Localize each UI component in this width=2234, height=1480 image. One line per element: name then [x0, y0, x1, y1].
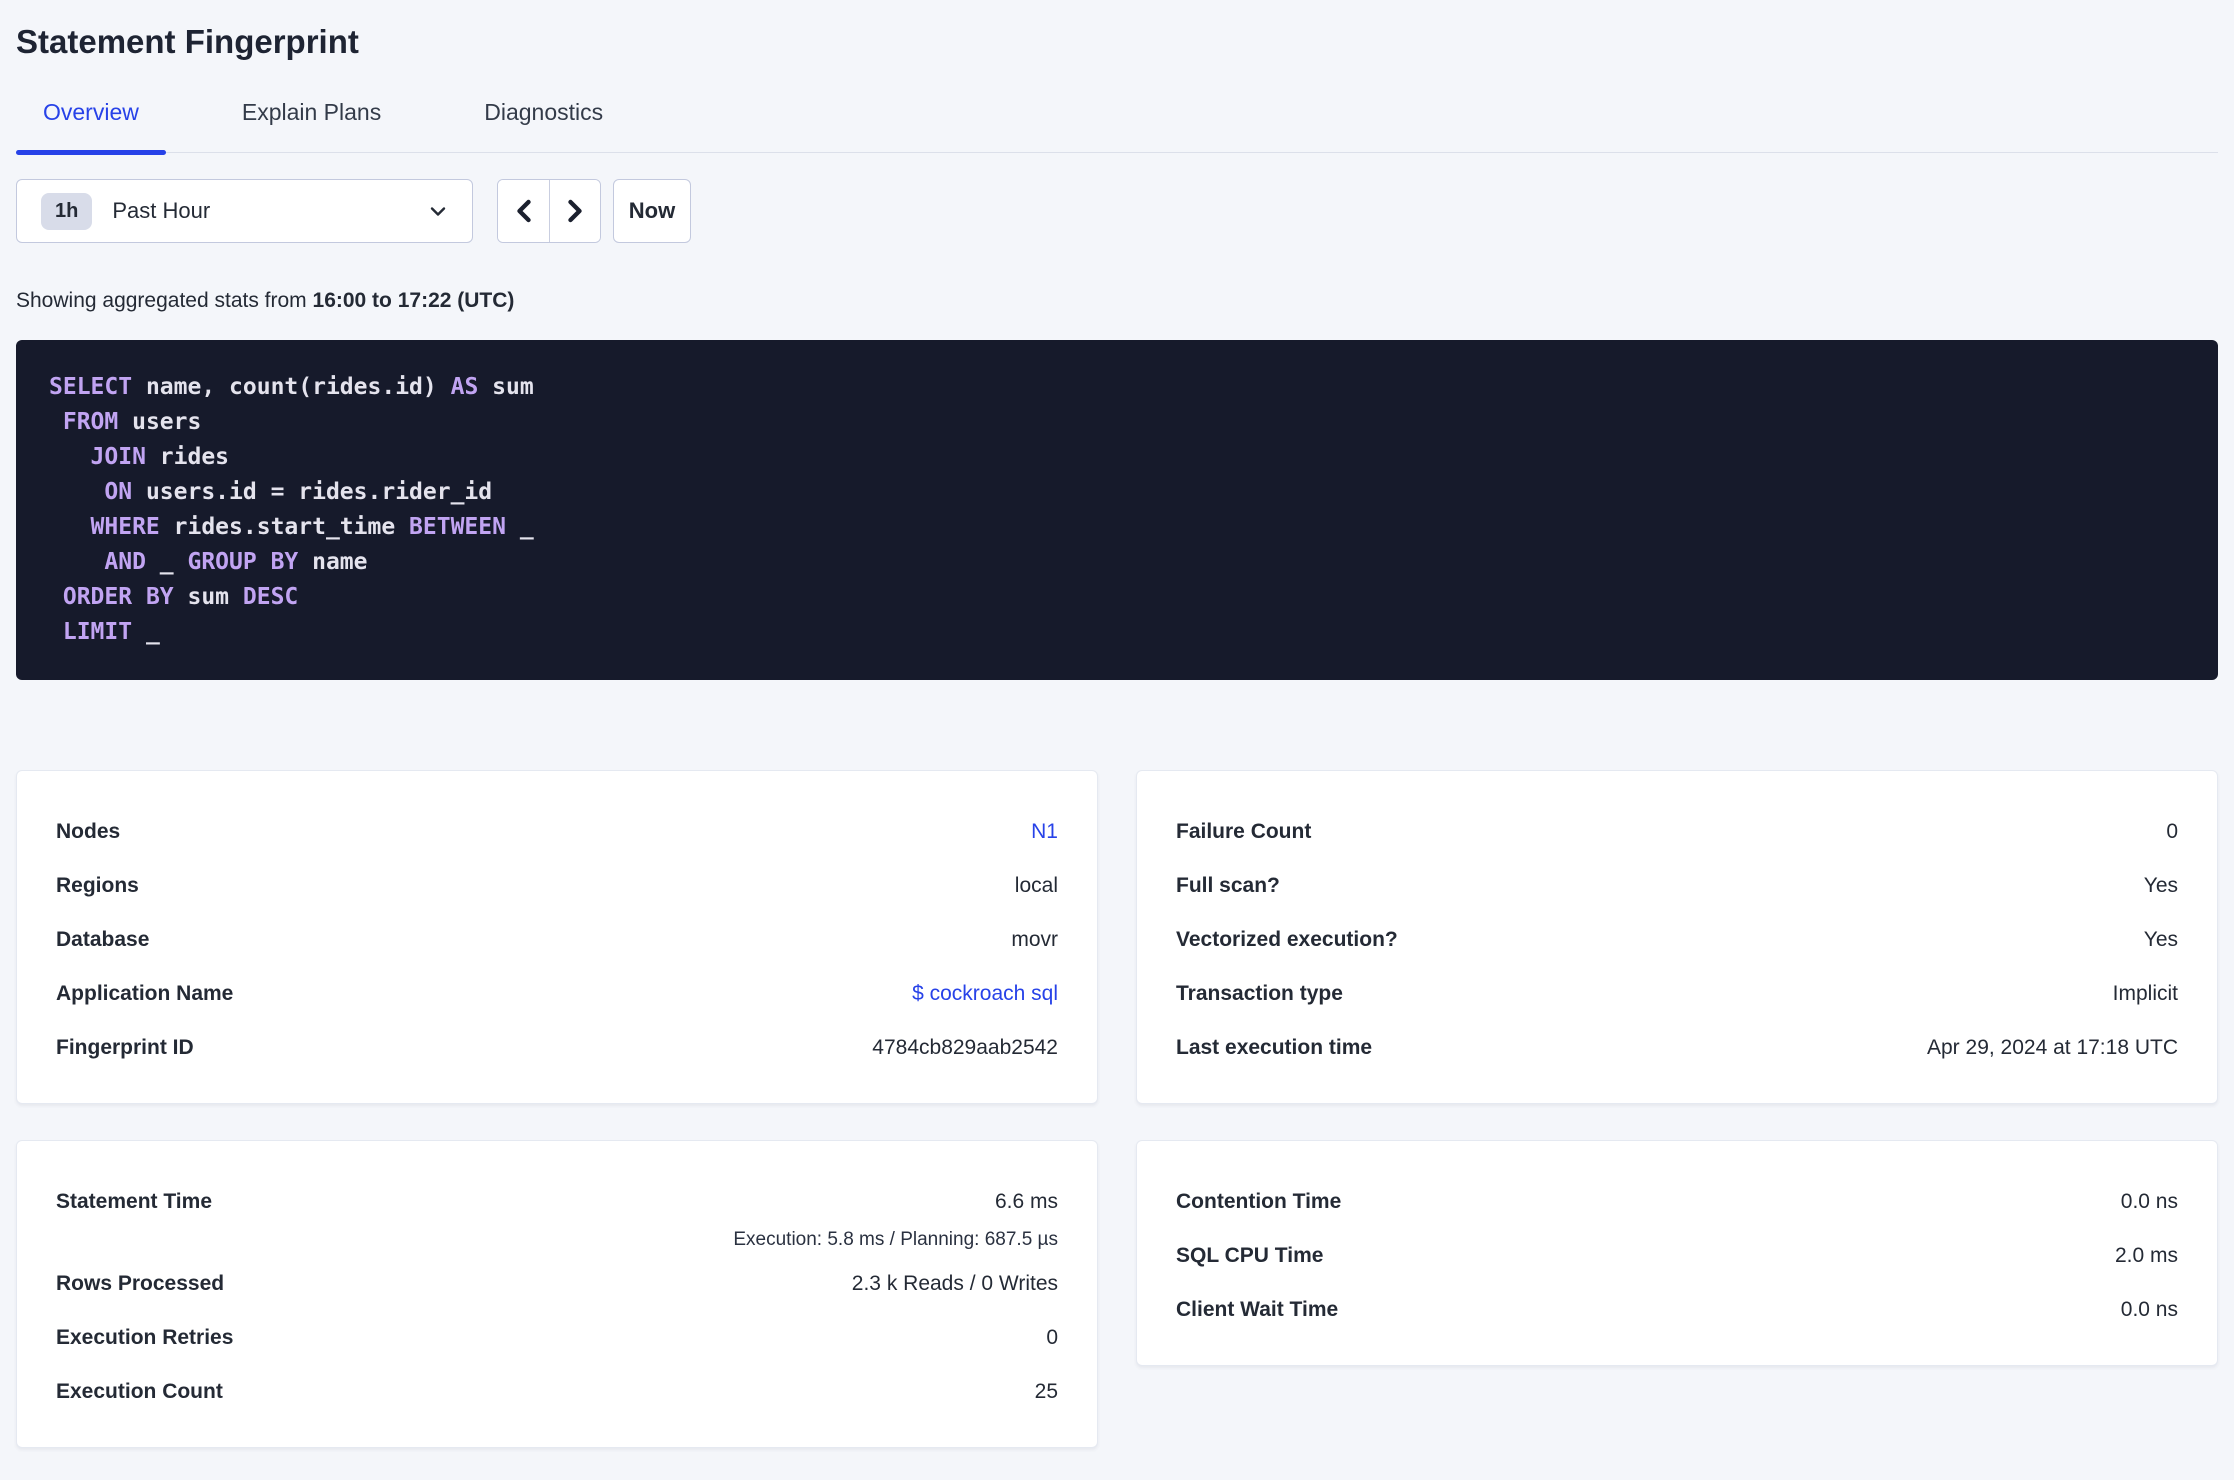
tab-diagnostics[interactable]: Diagnostics: [457, 98, 630, 152]
card-execution-attributes: Failure Count 0 Full scan? Yes Vectorize…: [1136, 770, 2218, 1104]
row-label: Execution Retries: [56, 1326, 234, 1349]
row-label: Rows Processed: [56, 1272, 225, 1295]
statement-time-subtext: Execution: 5.8 ms / Planning: 687.5 µs: [733, 1229, 1058, 1250]
table-row: Regions local: [56, 859, 1058, 913]
aggregation-note-prefix: Showing aggregated stats from: [16, 289, 313, 312]
summary-cards: Nodes N1 Regions local Database movr App…: [16, 770, 2218, 1448]
table-row: Execution Count 25: [56, 1365, 1058, 1419]
row-label: Fingerprint ID: [56, 1036, 194, 1059]
table-row: Contention Time 0.0 ns: [1176, 1175, 2178, 1229]
page-title: Statement Fingerprint: [16, 23, 359, 60]
time-controls: 1h Past Hour Now: [16, 179, 2218, 243]
tab-overview[interactable]: Overview: [16, 98, 166, 155]
tab-bar: Overview Explain Plans Diagnostics: [16, 98, 2218, 155]
tab-label: Overview: [43, 99, 139, 125]
application-name-link[interactable]: $ cockroach sql: [912, 982, 1058, 1005]
table-row: Full scan? Yes: [1176, 859, 2178, 913]
card-execution-stats: Statement Time 6.6 ms Execution: 5.8 ms …: [16, 1140, 1098, 1448]
chevron-left-icon: [511, 196, 537, 226]
row-label: Failure Count: [1176, 820, 1312, 843]
card-timing-stats: Contention Time 0.0 ns SQL CPU Time 2.0 …: [1136, 1140, 2218, 1366]
row-value: Yes: [2143, 874, 2178, 897]
sql-code: SELECT name, count(rides.id) AS sum FROM…: [49, 374, 534, 645]
nodes-link[interactable]: N1: [1031, 820, 1058, 843]
statement-fingerprint-page: Statement Fingerprint Overview Explain P…: [0, 22, 2234, 1448]
row-value: 25: [1034, 1380, 1058, 1403]
row-label: Full scan?: [1176, 874, 1280, 897]
now-button[interactable]: Now: [613, 179, 691, 243]
aggregation-note: Showing aggregated stats from 16:00 to 1…: [16, 289, 2218, 313]
time-nav-group: [497, 179, 601, 243]
row-value: 0: [2166, 820, 2178, 843]
next-time-button[interactable]: [549, 180, 600, 242]
row-value: local: [1014, 874, 1058, 897]
chevron-right-icon: [562, 196, 588, 226]
row-label: Last execution time: [1176, 1036, 1373, 1059]
row-value: 4784cb829aab2542: [872, 1036, 1058, 1059]
tab-label: Diagnostics: [484, 99, 604, 125]
chevron-down-icon: [426, 199, 450, 223]
time-range-badge: 1h: [41, 192, 93, 230]
table-row: Statement Time 6.6 ms: [56, 1175, 1058, 1229]
table-row: Transaction type Implicit: [1176, 967, 2178, 1021]
row-label: Statement Time: [56, 1190, 212, 1213]
time-range-label: Past Hour: [112, 198, 211, 223]
table-row: Failure Count 0: [1176, 805, 2178, 859]
aggregation-note-range: 16:00 to 17:22 (UTC): [312, 289, 515, 312]
row-value: 0.0 ns: [2120, 1190, 2178, 1213]
row-label: Client Wait Time: [1176, 1298, 1339, 1321]
row-label: Contention Time: [1176, 1190, 1342, 1213]
tab-explain-plans[interactable]: Explain Plans: [215, 98, 408, 152]
row-label: Regions: [56, 874, 139, 897]
table-row: Fingerprint ID 4784cb829aab2542: [56, 1021, 1058, 1075]
tab-label: Explain Plans: [241, 99, 382, 125]
table-row: Nodes N1: [56, 805, 1058, 859]
row-label: Application Name: [56, 982, 234, 1005]
sql-statement-box: SELECT name, count(rides.id) AS sum FROM…: [16, 340, 2218, 680]
row-value: Yes: [2143, 928, 2178, 951]
table-row: Application Name $ cockroach sql: [56, 967, 1058, 1021]
row-label: SQL CPU Time: [1176, 1244, 1324, 1267]
table-row: Database movr: [56, 913, 1058, 967]
table-row: Rows Processed 2.3 k Reads / 0 Writes: [56, 1257, 1058, 1311]
row-value: 2.0 ms: [2114, 1244, 2178, 1267]
row-value: movr: [1011, 928, 1058, 951]
table-row: Vectorized execution? Yes: [1176, 913, 2178, 967]
row-value: 6.6 ms: [994, 1190, 1058, 1213]
row-label: Transaction type: [1176, 982, 1343, 1005]
row-value: 2.3 k Reads / 0 Writes: [851, 1272, 1058, 1295]
row-value: 0: [1046, 1326, 1058, 1349]
time-range-picker[interactable]: 1h Past Hour: [16, 179, 473, 243]
prev-time-button[interactable]: [498, 180, 549, 242]
row-value: Implicit: [2112, 982, 2178, 1005]
row-label: Vectorized execution?: [1176, 928, 1398, 951]
row-value: Apr 29, 2024 at 17:18 UTC: [1927, 1036, 2178, 1059]
row-label: Execution Count: [56, 1380, 223, 1403]
table-row: Execution Retries 0: [56, 1311, 1058, 1365]
table-row: SQL CPU Time 2.0 ms: [1176, 1229, 2178, 1283]
row-label: Nodes: [56, 820, 121, 843]
table-row: Last execution time Apr 29, 2024 at 17:1…: [1176, 1021, 2178, 1075]
row-label: Database: [56, 928, 150, 951]
table-row: Client Wait Time 0.0 ns: [1176, 1283, 2178, 1337]
card-statement-details: Nodes N1 Regions local Database movr App…: [16, 770, 1098, 1104]
row-value: 0.0 ns: [2120, 1298, 2178, 1321]
